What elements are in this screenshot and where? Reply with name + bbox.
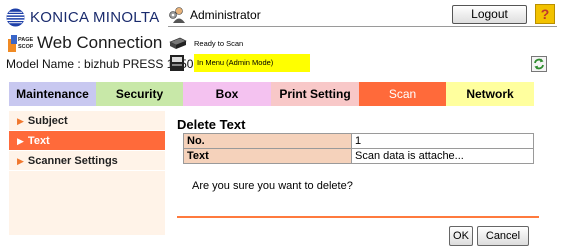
text-details-table: No. 1 Text Scan data is attache...	[183, 133, 534, 164]
device-status: Ready to Scan	[168, 34, 243, 52]
table-row: No. 1	[183, 133, 534, 149]
model-name: Model Name : bizhub PRESS 1250	[6, 57, 194, 71]
tab-scan[interactable]: Scan	[359, 82, 446, 106]
pagescope-icon: PAGE SCOPE	[8, 35, 33, 52]
tab-maintenance[interactable]: Maintenance	[9, 82, 96, 106]
sidebar-item-scanner-settings[interactable]: ▶ Scanner Settings	[9, 151, 165, 171]
konica-minolta-logo: KONICA MINOLTA	[6, 7, 160, 27]
row-key: Text	[183, 148, 352, 164]
confirm-message: Are you sure you want to delete?	[192, 180, 353, 192]
status-mode-text: In Menu (Admin Mode)	[194, 54, 310, 72]
admin-mode-icon	[170, 55, 184, 71]
row-key: No.	[183, 133, 352, 149]
status-ready-text: Ready to Scan	[194, 38, 244, 48]
help-button[interactable]: ?	[535, 4, 555, 24]
page-title: Delete Text	[177, 117, 246, 132]
administrator-icon	[169, 7, 185, 23]
svg-text:SCOPE: SCOPE	[18, 44, 33, 50]
row-value: Scan data is attache...	[351, 148, 534, 164]
tab-box[interactable]: Box	[183, 82, 271, 106]
sidebar-item-text[interactable]: ▶ Text	[9, 131, 165, 151]
brand-name: KONICA MINOLTA	[30, 8, 160, 26]
product-name: Web Connection	[37, 33, 163, 52]
tab-security[interactable]: Security	[96, 82, 183, 106]
user-name: Administrator	[190, 8, 261, 22]
cancel-button[interactable]: Cancel	[477, 226, 529, 246]
triangle-right-icon: ▶	[17, 136, 24, 146]
konica-globe-icon	[6, 7, 25, 27]
ok-button[interactable]: OK	[449, 226, 473, 246]
sidebar-item-label: Subject	[27, 115, 68, 127]
pagescope-logo: PAGE SCOPE Web Connection	[7, 33, 162, 53]
mode-status: In Menu (Admin Mode)	[168, 54, 310, 72]
main-tabs: Maintenance Security Box Print Setting S…	[9, 82, 534, 106]
row-value: 1	[351, 133, 534, 149]
header-divider	[168, 26, 557, 27]
current-user: Administrator	[168, 6, 261, 24]
triangle-right-icon: ▶	[17, 116, 24, 126]
refresh-icon	[534, 58, 544, 70]
sidebar: ▶ Subject ▶ Text ▶ Scanner Settings	[9, 111, 165, 235]
table-row: Text Scan data is attache...	[183, 148, 534, 164]
scanner-ready-icon	[169, 37, 187, 49]
sidebar-item-subject[interactable]: ▶ Subject	[9, 111, 165, 131]
refresh-button[interactable]	[531, 56, 547, 72]
triangle-right-icon: ▶	[17, 156, 24, 166]
sidebar-item-label: Scanner Settings	[27, 155, 118, 167]
svg-text:PAGE: PAGE	[18, 37, 33, 43]
tab-network[interactable]: Network	[446, 82, 534, 106]
sidebar-item-label: Text	[27, 135, 50, 147]
content-divider	[177, 216, 539, 218]
logout-button[interactable]: Logout	[452, 5, 527, 24]
tab-print-setting[interactable]: Print Setting	[271, 82, 359, 106]
